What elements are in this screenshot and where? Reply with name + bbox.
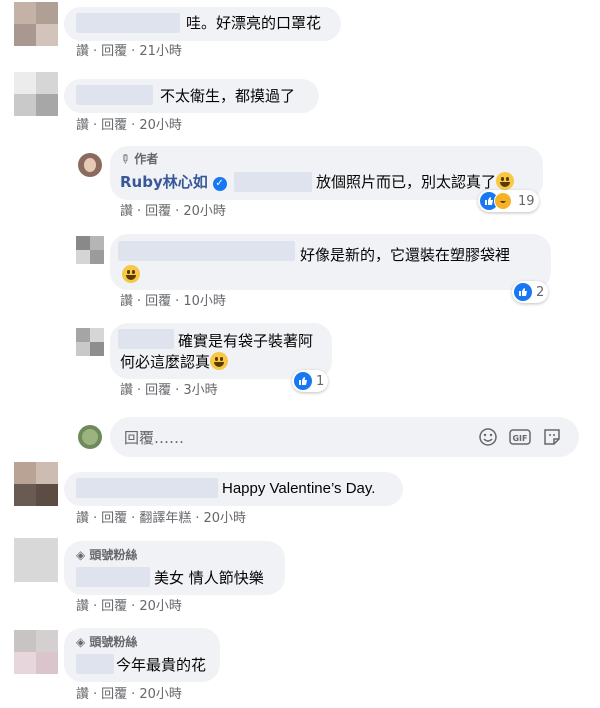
laugh-emoji-icon bbox=[496, 172, 515, 190]
comment-text: 放個照片而已，別太認真了 bbox=[316, 172, 515, 192]
grin-emoji-icon bbox=[122, 265, 140, 283]
reaction-count[interactable]: 1 bbox=[292, 370, 329, 392]
reply-link[interactable]: 回覆 bbox=[101, 118, 127, 133]
reply-link[interactable]: 回覆 bbox=[145, 204, 171, 219]
like-reaction-icon bbox=[294, 372, 312, 390]
diamond-icon: ◈ bbox=[76, 635, 86, 649]
blurred-name bbox=[234, 172, 312, 192]
comment-emoji bbox=[122, 265, 140, 285]
like-reaction-icon bbox=[514, 283, 532, 301]
comment-text: 美女 情人節快樂 bbox=[154, 569, 264, 587]
blurred-name bbox=[118, 329, 174, 349]
comment-text: 何必這麼認真 bbox=[120, 352, 229, 372]
author-avatar[interactable] bbox=[78, 153, 102, 177]
like-link[interactable]: 讚 bbox=[120, 383, 133, 398]
current-user-avatar bbox=[78, 425, 102, 449]
avatar[interactable] bbox=[14, 538, 58, 582]
timestamp[interactable]: 20小時 bbox=[183, 204, 226, 219]
comment-meta: 讚 · 回覆 · 21小時 bbox=[76, 44, 182, 59]
translate-link[interactable]: 翻譯年糕 bbox=[139, 511, 191, 526]
svg-text:GIF: GIF bbox=[512, 434, 527, 443]
timestamp[interactable]: 20小時 bbox=[139, 599, 182, 614]
like-link[interactable]: 讚 bbox=[120, 204, 133, 219]
timestamp[interactable]: 20小時 bbox=[203, 511, 246, 526]
comment-meta: 讚 · 回覆 · 20小時 bbox=[76, 118, 182, 133]
blurred-name bbox=[76, 85, 153, 105]
haha-reaction-icon bbox=[494, 192, 512, 210]
diamond-icon: ◈ bbox=[76, 548, 86, 562]
reply-link[interactable]: 回覆 bbox=[101, 599, 127, 614]
timestamp[interactable]: 20小時 bbox=[139, 687, 182, 702]
reply-link[interactable]: 回覆 bbox=[101, 511, 127, 526]
timestamp[interactable]: 21小時 bbox=[139, 44, 182, 59]
reaction-count[interactable]: 2 bbox=[512, 281, 549, 303]
comment-meta: 讚 · 回覆 · 翻譯年糕 · 20小時 bbox=[76, 511, 247, 526]
blurred-name bbox=[118, 241, 295, 261]
like-link[interactable]: 讚 bbox=[76, 118, 89, 133]
comment-text: 今年最貴的花 bbox=[116, 656, 207, 674]
top-fan-badge: ◈ 頭號粉絲 bbox=[76, 548, 138, 562]
gif-icon[interactable]: GIF bbox=[509, 427, 531, 447]
comment-text: 哇。好漂亮的口罩花 bbox=[186, 14, 322, 32]
comment-text: 不太衛生，都摸過了 bbox=[160, 87, 296, 105]
verified-icon: ✓ bbox=[212, 177, 227, 191]
author-badge: ✎ 作者 bbox=[116, 150, 159, 168]
sticker-icon[interactable] bbox=[542, 427, 562, 447]
emoji-icon[interactable] bbox=[478, 427, 498, 447]
like-link[interactable]: 讚 bbox=[76, 687, 89, 702]
avatar[interactable] bbox=[76, 328, 104, 356]
timestamp[interactable]: 10小時 bbox=[183, 294, 226, 309]
comment-meta: 讚 · 回覆 · 20小時 bbox=[120, 204, 226, 219]
timestamp[interactable]: 20小時 bbox=[139, 118, 182, 133]
comment-text: 好像是新的，它還裝在塑膠袋裡 bbox=[300, 246, 511, 264]
author-name[interactable]: Ruby林心如 ✓ bbox=[120, 172, 227, 192]
blurred-name bbox=[76, 654, 114, 674]
reply-link[interactable]: 回覆 bbox=[145, 383, 171, 398]
avatar[interactable] bbox=[14, 72, 58, 116]
comment-meta: 讚 · 回覆 · 10小時 bbox=[120, 294, 226, 309]
like-link[interactable]: 讚 bbox=[76, 511, 89, 526]
comment-meta: 讚 · 回覆 · 20小時 bbox=[76, 599, 182, 614]
timestamp[interactable]: 3小時 bbox=[183, 383, 217, 398]
blurred-name bbox=[76, 13, 180, 33]
reply-input[interactable]: 回覆…… GIF bbox=[110, 417, 579, 457]
like-link[interactable]: 讚 bbox=[120, 294, 133, 309]
comment-meta: 讚 · 回覆 · 20小時 bbox=[76, 687, 182, 702]
avatar[interactable] bbox=[14, 462, 58, 506]
avatar[interactable] bbox=[14, 2, 58, 46]
like-link[interactable]: 讚 bbox=[76, 599, 89, 614]
comment-text: 確實是有袋子裝著阿 bbox=[178, 332, 314, 350]
reply-link[interactable]: 回覆 bbox=[101, 687, 127, 702]
blurred-name bbox=[76, 567, 150, 587]
comment-text: Happy Valentine’s Day. bbox=[222, 480, 376, 497]
avatar[interactable] bbox=[14, 630, 58, 674]
comment-meta: 讚 · 回覆 · 3小時 bbox=[120, 383, 218, 398]
reply-placeholder: 回覆…… bbox=[124, 429, 185, 447]
top-fan-badge: ◈ 頭號粉絲 bbox=[76, 635, 138, 649]
blurred-name bbox=[76, 478, 218, 498]
grin-emoji-icon bbox=[210, 352, 229, 370]
reply-link[interactable]: 回覆 bbox=[145, 294, 171, 309]
like-link[interactable]: 讚 bbox=[76, 44, 89, 59]
reply-link[interactable]: 回覆 bbox=[101, 44, 127, 59]
avatar[interactable] bbox=[76, 236, 104, 264]
reaction-count[interactable]: 19 bbox=[478, 190, 539, 212]
